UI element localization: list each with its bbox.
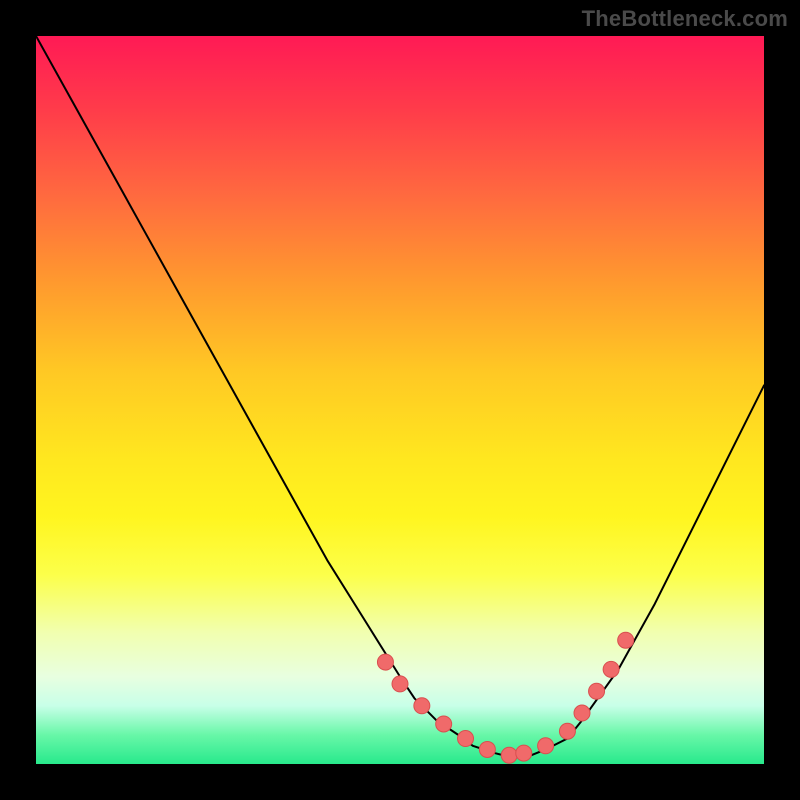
marker-dot bbox=[559, 723, 575, 739]
marker-dot bbox=[589, 683, 605, 699]
chart-svg bbox=[36, 36, 764, 764]
marker-dot bbox=[436, 716, 452, 732]
marker-dot bbox=[414, 698, 430, 714]
marker-dot bbox=[458, 731, 474, 747]
watermark-label: TheBottleneck.com bbox=[582, 6, 788, 32]
marker-dot bbox=[479, 741, 495, 757]
marker-dot bbox=[377, 654, 393, 670]
marker-dot bbox=[516, 745, 532, 761]
chart-frame: TheBottleneck.com bbox=[0, 0, 800, 800]
marker-dot bbox=[392, 676, 408, 692]
bottleneck-curve bbox=[36, 36, 764, 757]
marker-dot bbox=[538, 738, 554, 754]
marker-dot bbox=[501, 747, 517, 763]
marker-group bbox=[377, 632, 633, 763]
marker-dot bbox=[574, 705, 590, 721]
plot-area bbox=[36, 36, 764, 764]
marker-dot bbox=[603, 661, 619, 677]
marker-dot bbox=[618, 632, 634, 648]
